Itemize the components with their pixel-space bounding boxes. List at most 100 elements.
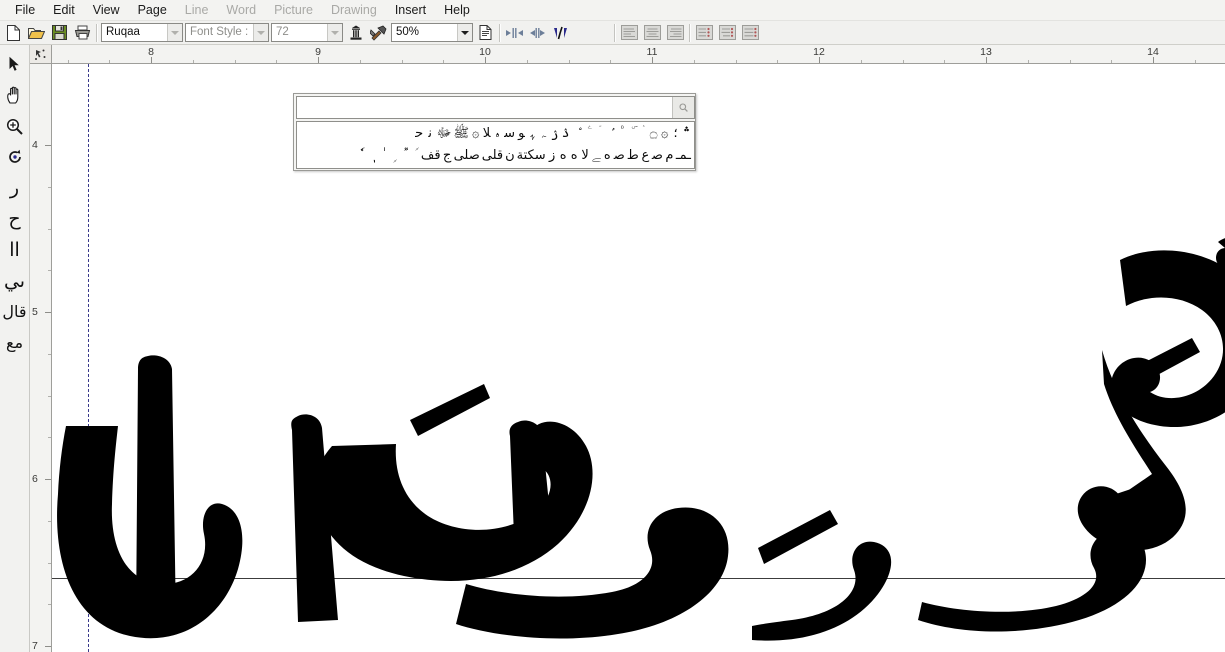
glyph-cell[interactable]: ﮯ: [591, 145, 602, 167]
ruler-tick: [45, 479, 51, 480]
expand-horizontal-icon: [506, 27, 523, 38]
glyph-cell[interactable]: ﻉ: [640, 145, 651, 167]
menu-item-line: Line: [184, 2, 209, 17]
glyph-cell[interactable]: ٖ: [365, 145, 376, 167]
ruler-tick-minor: [1027, 60, 1029, 63]
rotate-tool[interactable]: [2, 142, 28, 172]
glyph-cell[interactable]: ه: [558, 145, 569, 167]
glyph-cell[interactable]: ﺻ: [613, 145, 626, 167]
font-size-combo[interactable]: 72: [271, 23, 343, 42]
glyph-cell[interactable]: ۜ: [626, 123, 637, 145]
glyph-grid[interactable]: ؞؛۞۝ۛۜ۠ۢۤۧۨۮۯﮧﮩﻮﺳﮦﻼ۞ﷺﷻﻧﺣ ـمـﻡﺻﻉﻁﺻﻩﮯﻻههﺯس…: [296, 121, 695, 169]
horizontal-ruler[interactable]: 8 9 10 11 12 13 14: [52, 45, 1225, 64]
glyph-cell[interactable]: قف: [420, 145, 442, 167]
glyph-cell[interactable]: ﮦ: [492, 123, 503, 145]
glyph-cell[interactable]: سكتة: [516, 145, 547, 167]
expand-spacing-button[interactable]: [504, 22, 525, 43]
glyph-cell[interactable]: ﺝ: [442, 145, 453, 167]
zoom-dropdown-arrow[interactable]: [457, 24, 472, 41]
kashida-button[interactable]: [550, 22, 571, 43]
menu-item-edit[interactable]: Edit: [44, 1, 84, 20]
glyph-cell[interactable]: ۮ: [560, 123, 571, 145]
pan-tool[interactable]: [2, 80, 28, 110]
glyph-cell[interactable]: ۞: [659, 123, 670, 145]
glyph-cell[interactable]: ﻁ: [626, 145, 640, 167]
new-document-button[interactable]: [3, 22, 24, 43]
letter-tool-yaa[interactable]: ىي: [2, 266, 28, 296]
glyph-cell[interactable]: ﷺ: [452, 123, 470, 145]
glyph-cell[interactable]: ؛: [670, 123, 681, 145]
save-document-button[interactable]: [49, 22, 70, 43]
select-tool[interactable]: [2, 49, 28, 79]
letter-tool-alef[interactable]: اا: [2, 235, 28, 265]
monument-button[interactable]: [345, 22, 366, 43]
glyph-cell[interactable]: ه: [569, 145, 580, 167]
font-style-combo[interactable]: Font Style :: [185, 23, 269, 42]
align-right-button: [665, 22, 686, 43]
glyph-cell[interactable]: قلى: [481, 145, 504, 167]
glyph-palette-panel[interactable]: ؞؛۞۝ۛۜ۠ۢۤۧۨۮۯﮧﮩﻮﺳﮦﻼ۞ﷺﷻﻧﺣ ـمـﻡﺻﻉﻁﺻﻩﮯﻻههﺯس…: [293, 93, 696, 171]
font-style-dropdown-arrow[interactable]: [253, 24, 268, 41]
glyph-cell[interactable]: ﷻ: [436, 123, 453, 145]
tools-button[interactable]: [368, 22, 389, 43]
glyph-cell[interactable]: ﮩ: [527, 123, 538, 145]
glyph-cell[interactable]: ࣱ: [398, 145, 409, 167]
glyph-cell[interactable]: ٗ: [354, 145, 365, 167]
glyph-cell[interactable]: ﺻ: [651, 145, 664, 167]
open-document-button[interactable]: [26, 22, 47, 43]
glyph-cell[interactable]: ۤ: [593, 123, 604, 145]
glyph-cell[interactable]: ۨ: [571, 123, 582, 145]
ruler-corner-button[interactable]: [30, 45, 52, 64]
glyph-search-field[interactable]: [296, 96, 695, 119]
glyph-cell[interactable]: ۠: [615, 123, 626, 145]
glyph-search-input[interactable]: [297, 97, 672, 118]
contract-spacing-button[interactable]: [527, 22, 548, 43]
glyph-cell[interactable]: ﻥ: [504, 145, 516, 167]
contract-horizontal-icon: [530, 27, 545, 38]
glyph-cell[interactable]: ﺯ: [547, 145, 558, 167]
list-center-button: [717, 22, 738, 43]
glyph-cell[interactable]: ۢ: [604, 123, 615, 145]
glyph-cell[interactable]: ﻩ: [602, 145, 613, 167]
glyph-cell[interactable]: ﻼ: [481, 123, 492, 145]
glyph-cell[interactable]: ٰ: [376, 145, 387, 167]
ruler-tick-minor: [48, 270, 51, 272]
glyph-cell[interactable]: صلى: [453, 145, 481, 167]
page-properties-button[interactable]: [475, 22, 496, 43]
glyph-cell[interactable]: ﺣ: [414, 123, 425, 145]
menu-item-help[interactable]: Help: [435, 1, 479, 20]
glyph-cell[interactable]: ۞: [470, 123, 481, 145]
glyph-cell[interactable]: ﮧ: [538, 123, 549, 145]
menu-item-insert[interactable]: Insert: [386, 1, 435, 20]
word-tool-maa[interactable]: مع: [2, 328, 28, 358]
ruler-tick-minor: [48, 186, 51, 188]
glyph-search-button[interactable]: [672, 97, 694, 118]
glyph-cell[interactable]: ࣲ: [387, 145, 398, 167]
glyph-cell[interactable]: ﻡ: [664, 145, 675, 167]
glyph-cell[interactable]: ﻧ: [425, 123, 436, 145]
vertical-ruler[interactable]: 4 5 6 7: [30, 64, 52, 652]
glyph-cell[interactable]: ؞: [681, 123, 692, 145]
align-left-button: [619, 22, 640, 43]
glyph-cell[interactable]: ﻻ: [580, 145, 591, 167]
letter-tool-raa[interactable]: ر: [2, 173, 28, 203]
menu-item-view[interactable]: View: [84, 1, 129, 20]
font-family-combo[interactable]: Ruqaa: [101, 23, 183, 42]
glyph-cell[interactable]: ۛ: [637, 123, 648, 145]
font-size-dropdown-arrow[interactable]: [327, 24, 342, 41]
glyph-cell[interactable]: ﺳ: [503, 123, 516, 145]
glyph-cell[interactable]: ۧ: [582, 123, 593, 145]
menu-item-page[interactable]: Page: [129, 1, 176, 20]
glyph-cell[interactable]: ﻮ: [516, 123, 527, 145]
glyph-cell[interactable]: ࣰ: [409, 145, 420, 167]
print-button[interactable]: [72, 22, 93, 43]
glyph-cell[interactable]: ـمـ: [675, 145, 692, 167]
zoom-tool[interactable]: [2, 111, 28, 141]
letter-tool-haa[interactable]: ح: [2, 204, 28, 234]
font-family-dropdown-arrow[interactable]: [167, 24, 182, 41]
word-tool-qal[interactable]: قال: [2, 297, 28, 327]
glyph-cell[interactable]: ۯ: [549, 123, 560, 145]
zoom-combo[interactable]: 50%: [391, 23, 473, 42]
glyph-cell[interactable]: ۝: [648, 123, 659, 145]
menu-item-file[interactable]: File: [6, 1, 44, 20]
